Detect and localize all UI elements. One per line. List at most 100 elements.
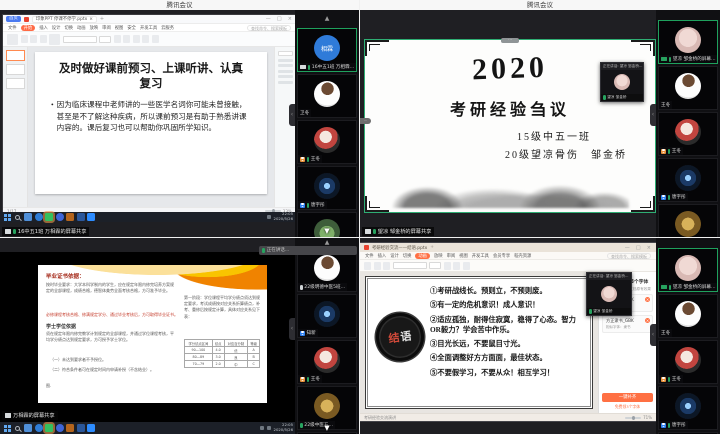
active-speaker-popup[interactable]: 正在讲话: 望凉 邹金桥… 望凉 邹金桥: [586, 272, 632, 316]
new-slide-button[interactable]: [49, 34, 60, 45]
tray-clock[interactable]: 22:052020/5/26: [274, 423, 293, 432]
taskbar-icon-app[interactable]: [66, 213, 74, 221]
cut-button[interactable]: [21, 35, 28, 43]
menu-security[interactable]: 安全: [127, 25, 136, 31]
tray-icon[interactable]: [267, 215, 271, 219]
document-tab-label[interactable]: 考研经验交流——结语.pptx: [372, 245, 427, 251]
meeting-titlebar[interactable]: 腾讯会议: [360, 0, 720, 10]
free-fonts-link[interactable]: 免费领3个字体: [602, 404, 653, 410]
participant-tile[interactable]: 王冬: [658, 294, 718, 338]
scroll-up-arrow[interactable]: [656, 238, 720, 248]
taskbar-icon-app[interactable]: [66, 424, 74, 432]
italic-button[interactable]: [123, 35, 130, 43]
format-painter-button[interactable]: [40, 35, 47, 43]
menu-animation[interactable]: 动画: [77, 25, 86, 31]
taskbar-icon-folder[interactable]: [24, 424, 32, 432]
participant-tile-sharer[interactable]: 相霖 16中五1班 万相霖…: [297, 28, 357, 72]
taskbar-icon-edge[interactable]: [35, 213, 43, 221]
taskbar-icon-player[interactable]: [56, 213, 64, 221]
toolbar-button[interactable]: [364, 262, 371, 270]
participant-tile[interactable]: 唐宇彤: [297, 166, 357, 210]
current-slide[interactable]: 结 语 ①考研战线长。预则立，不预则废。 ⑤有一定的危机意识！成人意识！ ②适应…: [365, 276, 593, 409]
scroll-up-arrow[interactable]: [656, 10, 720, 20]
meeting-titlebar[interactable]: 腾讯会议: [0, 0, 359, 10]
participant-tile[interactable]: 唐宇彤: [658, 158, 718, 202]
participant-tile[interactable]: 王四儿: [658, 204, 718, 237]
font-size-box[interactable]: [99, 36, 111, 43]
participant-tile[interactable]: 唐宇彤: [658, 386, 718, 430]
taskbar-icon-wechat[interactable]: [45, 424, 53, 432]
participant-tile[interactable]: 王冬: [297, 120, 357, 164]
menu-member[interactable]: 会员专享: [493, 253, 510, 259]
start-button[interactable]: [4, 425, 7, 428]
tray-clock[interactable]: 22:052020/5/26: [274, 212, 293, 221]
participant-tile[interactable]: 王冬: [658, 112, 718, 156]
paste-button[interactable]: [7, 34, 18, 45]
toolbar-button[interactable]: [374, 262, 381, 270]
menu-view[interactable]: 视图: [459, 253, 468, 259]
scroll-down-arrow[interactable]: ▼: [324, 424, 329, 432]
menu-insert[interactable]: 插入: [39, 25, 48, 31]
missing-font-card[interactable]: 方正隶书_GBK 相似字体：隶书 ×: [602, 315, 653, 333]
tab-close-icon[interactable]: ×: [89, 17, 93, 22]
new-tab-button[interactable]: +: [430, 245, 434, 250]
command-search-box[interactable]: 查找命令、搜索模板: [247, 25, 291, 31]
slide-thumbnail-3[interactable]: [6, 78, 25, 89]
tray-icon[interactable]: [260, 426, 264, 430]
taskbar-icon-word[interactable]: [77, 213, 85, 221]
wps-home-button[interactable]: 首页: [6, 16, 21, 22]
start-button[interactable]: [4, 214, 7, 217]
font-name-box[interactable]: [393, 262, 427, 269]
document-tab[interactable]: 印象PPT 停课不停学.pptx×: [32, 16, 97, 23]
taskbar-icon-edge[interactable]: [35, 424, 43, 432]
menu-animation[interactable]: 动画: [415, 253, 430, 259]
toolbar-button[interactable]: [463, 262, 470, 270]
participant-tile[interactable]: 王冬: [297, 340, 357, 384]
menu-file[interactable]: 文件: [8, 25, 17, 31]
menu-slideshow[interactable]: 放映: [90, 25, 99, 31]
font-size-box[interactable]: [429, 262, 441, 269]
panel-search-box[interactable]: [278, 51, 293, 56]
window-controls[interactable]: — □ ×: [625, 245, 652, 251]
font-name-box[interactable]: [63, 36, 97, 43]
menu-review[interactable]: 审阅: [447, 253, 456, 259]
copy-button[interactable]: [30, 35, 37, 43]
menu-insert[interactable]: 插入: [378, 253, 387, 259]
menu-design[interactable]: 设计: [52, 25, 61, 31]
align-button[interactable]: [142, 35, 149, 43]
taskbar-search-icon[interactable]: [15, 426, 20, 431]
new-tab-button[interactable]: +: [100, 16, 104, 22]
bold-button[interactable]: [114, 35, 121, 43]
menu-transition[interactable]: 切换: [403, 253, 412, 259]
participant-tile[interactable]: 王冬: [658, 66, 718, 110]
menu-home[interactable]: 开始: [21, 25, 36, 31]
toolbar-button[interactable]: [453, 262, 460, 270]
taskbar-search-icon[interactable]: [15, 215, 20, 220]
scroll-up-arrow[interactable]: ▲: [295, 10, 359, 28]
toolbar-button[interactable]: [383, 262, 390, 270]
taskbar-icon-meeting[interactable]: [87, 213, 95, 221]
participant-tile[interactable]: 卫冬: [297, 74, 357, 118]
participant-tile-sharer[interactable]: 望凉 邹金桥的屏幕…: [658, 248, 718, 292]
menu-devtools[interactable]: 开发工具: [140, 25, 157, 31]
taskbar-icon-player[interactable]: [56, 424, 64, 432]
menu-review[interactable]: 审阅: [102, 25, 111, 31]
window-controls[interactable]: — □ ×: [266, 16, 293, 22]
participant-tile[interactable]: 王冬: [658, 340, 718, 384]
current-slide[interactable]: 及时做好课前预习、上课听讲、认真复习 • 因为临床课程中老师讲的一些医学名词你可…: [35, 52, 267, 194]
menu-transition[interactable]: 切换: [64, 25, 73, 31]
system-tray[interactable]: 22:052020/5/26: [260, 423, 293, 432]
taskbar-icon-word[interactable]: [77, 424, 85, 432]
drag-grip[interactable]: ⋯: [501, 38, 519, 43]
tray-icon[interactable]: [267, 426, 271, 430]
scroll-down-arrow[interactable]: ▼: [324, 227, 329, 235]
menu-design[interactable]: 设计: [390, 253, 399, 259]
slide-thumbnail-1[interactable]: [6, 50, 25, 61]
menu-docer[interactable]: 稻壳资源: [514, 253, 531, 259]
active-speaker-popup[interactable]: 正在讲话: 望凉 邹金桥… 望凉 邹金桥: [600, 62, 644, 102]
taskbar-icon-wechat[interactable]: [45, 213, 53, 221]
toolbar-button[interactable]: [444, 262, 451, 270]
command-search-box[interactable]: 查找命令、搜索模板: [607, 253, 651, 259]
zoom-controls[interactable]: 71%: [625, 415, 652, 420]
participant-tile-sharer[interactable]: 望凉 邹金桥的屏幕…: [658, 20, 718, 64]
